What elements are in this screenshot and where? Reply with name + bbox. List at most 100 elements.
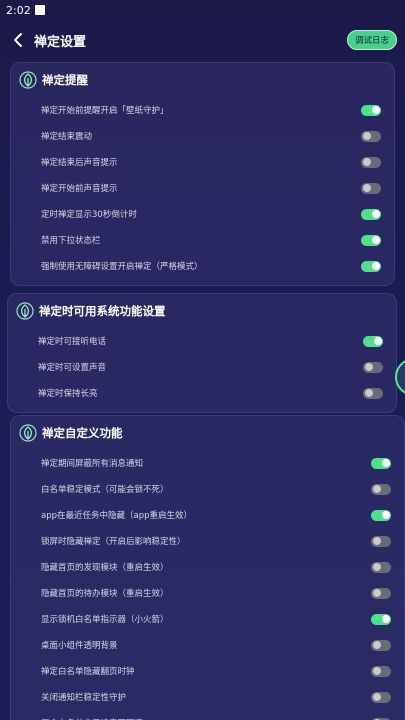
- setting-row[interactable]: 混合白名单应用设定可回滚: [11, 710, 404, 720]
- toggle-knob: [362, 184, 371, 192]
- setting-toggle[interactable]: [371, 561, 391, 573]
- settings-card: 禅定自定义功能禅定期间屏蔽所有消息通知白名单稳定模式（可能会锁不死） app在最近…: [10, 415, 405, 720]
- setting-toggle[interactable]: [361, 130, 381, 142]
- card-header: 禅定自定义功能: [11, 416, 404, 450]
- card-header: 禅定提醒: [11, 63, 394, 97]
- setting-label: 显示锁机白名单指示器（小火箭）: [41, 615, 169, 625]
- setting-toggle[interactable]: [363, 361, 383, 373]
- toggle-knob: [372, 563, 381, 571]
- setting-row[interactable]: 强制使用无障碍设置开启禅定（严格模式）: [11, 253, 394, 279]
- header: 禅定设置 调试日志: [0, 20, 405, 60]
- setting-label: 强制使用无障碍设置开启禅定（严格模式）: [41, 262, 203, 272]
- setting-row[interactable]: 显示锁机白名单指示器（小火箭）: [11, 606, 404, 632]
- section-title: 禅定提醒: [42, 73, 88, 87]
- setting-label: 禅定结束后声音提示: [41, 158, 118, 168]
- setting-label: 禅定开始前提醒开启「壁纸守护」: [41, 106, 169, 116]
- setting-row[interactable]: 白名单稳定模式（可能会锁不死）: [11, 476, 404, 502]
- setting-row[interactable]: 禅定时可设置声音: [8, 354, 396, 380]
- setting-label: 白名单稳定模式（可能会锁不死）: [41, 485, 169, 495]
- setting-label: 禅定时可接听电话: [38, 337, 107, 347]
- toggle-knob: [364, 363, 373, 371]
- setting-row[interactable]: 定时禅定显示30秒倒计时: [11, 201, 394, 227]
- setting-label: 定时禅定显示30秒倒计时: [41, 210, 137, 220]
- status-bar: 2:02: [0, 0, 405, 20]
- toggle-knob: [362, 158, 371, 166]
- section-title: 禅定自定义功能: [42, 426, 123, 440]
- status-time: 2:02: [6, 3, 31, 17]
- setting-toggle[interactable]: [363, 335, 383, 347]
- setting-row[interactable]: 隐藏首页的发现模块（重启生效）: [11, 554, 404, 580]
- settings-card: 禅定提醒禅定开始前提醒开启「壁纸守护」 禅定结束震动禅定结束后声音提示 禅定开始前声…: [10, 62, 395, 286]
- setting-label: 禁用下拉状态栏: [41, 236, 101, 246]
- setting-row[interactable]: app在最近任务中隐藏（app重启生效）: [11, 502, 404, 528]
- setting-toggle[interactable]: [361, 182, 381, 194]
- settings-card: 禅定时可用系统功能设置禅定时可接听电话 禅定时可设置声音 禅定时保持长亮: [7, 293, 397, 413]
- setting-label: 关闭通知栏稳定性守护: [41, 693, 127, 703]
- toggle-knob: [372, 537, 381, 545]
- toggle-knob: [364, 389, 373, 397]
- setting-row[interactable]: 隐藏首页的待办模块（重启生效）: [11, 580, 404, 606]
- toggle-knob: [371, 236, 380, 244]
- leaf-icon: [16, 302, 34, 320]
- toggle-knob: [371, 106, 380, 114]
- back-icon[interactable]: [10, 32, 26, 48]
- toggle-knob: [372, 589, 381, 597]
- setting-row[interactable]: 禅定白名单隐藏翻页时钟: [11, 658, 404, 684]
- setting-toggle[interactable]: [371, 639, 391, 651]
- setting-toggle[interactable]: [361, 208, 381, 220]
- setting-toggle[interactable]: [363, 387, 383, 399]
- toggle-knob: [373, 337, 382, 345]
- setting-toggle[interactable]: [371, 457, 391, 469]
- setting-label: 禅定时可设置声音: [38, 363, 107, 373]
- leaf-icon: [19, 71, 37, 89]
- toggle-knob: [381, 615, 390, 623]
- section-title: 禅定时可用系统功能设置: [39, 304, 166, 318]
- setting-row[interactable]: 禅定开始前声音提示: [11, 175, 394, 201]
- toggle-knob: [372, 693, 381, 701]
- setting-row[interactable]: 禅定结束后声音提示: [11, 149, 394, 175]
- page-title: 禅定设置: [34, 34, 87, 50]
- setting-label: 锁屏时隐藏禅定（开启后影响稳定性）: [41, 537, 186, 547]
- setting-label: 禅定期间屏蔽所有消息通知: [41, 459, 144, 469]
- setting-row[interactable]: 锁屏时隐藏禅定（开启后影响稳定性）: [11, 528, 404, 554]
- notification-icon: [34, 5, 45, 15]
- setting-label: 禅定时保持长亮: [38, 389, 98, 399]
- toggle-knob: [372, 641, 381, 649]
- setting-row[interactable]: 桌面小组件透明背景: [11, 632, 404, 658]
- card-header: 禅定时可用系统功能设置: [8, 294, 396, 328]
- toggle-knob: [372, 667, 381, 675]
- setting-toggle[interactable]: [371, 483, 391, 495]
- setting-label: 禅定结束震动: [41, 132, 93, 142]
- setting-row[interactable]: 禅定时保持长亮: [8, 380, 396, 406]
- setting-label: app在最近任务中隐藏（app重启生效）: [41, 511, 193, 521]
- setting-row[interactable]: 禅定结束震动: [11, 123, 394, 149]
- setting-row[interactable]: 禅定期间屏蔽所有消息通知: [11, 450, 404, 476]
- setting-toggle[interactable]: [361, 234, 381, 246]
- setting-label: 隐藏首页的发现模块（重启生效）: [41, 563, 169, 573]
- toggle-knob: [372, 485, 381, 493]
- setting-row[interactable]: 禅定开始前提醒开启「壁纸守护」: [11, 97, 394, 123]
- toggle-knob: [362, 132, 371, 140]
- setting-label: 隐藏首页的待办模块（重启生效）: [41, 589, 169, 599]
- setting-row[interactable]: 禅定时可接听电话: [8, 328, 396, 354]
- leaf-icon: [19, 424, 37, 442]
- setting-toggle[interactable]: [371, 691, 391, 703]
- setting-row[interactable]: 关闭通知栏稳定性守护: [11, 684, 404, 710]
- setting-label: 禅定白名单隐藏翻页时钟: [41, 667, 135, 677]
- setting-toggle[interactable]: [361, 156, 381, 168]
- toggle-knob: [371, 210, 380, 218]
- setting-toggle[interactable]: [361, 260, 381, 272]
- setting-label: 桌面小组件透明背景: [41, 641, 118, 651]
- setting-toggle[interactable]: [371, 535, 391, 547]
- setting-toggle[interactable]: [371, 587, 391, 599]
- setting-label: 禅定开始前声音提示: [41, 184, 118, 194]
- setting-toggle[interactable]: [371, 509, 391, 521]
- toggle-knob: [381, 459, 390, 467]
- toggle-knob: [381, 511, 390, 519]
- debug-log-button[interactable]: 调试日志: [346, 30, 397, 50]
- setting-toggle[interactable]: [361, 104, 381, 116]
- setting-toggle[interactable]: [371, 665, 391, 677]
- toggle-knob: [371, 262, 380, 270]
- setting-row[interactable]: 禁用下拉状态栏: [11, 227, 394, 253]
- setting-toggle[interactable]: [371, 613, 391, 625]
